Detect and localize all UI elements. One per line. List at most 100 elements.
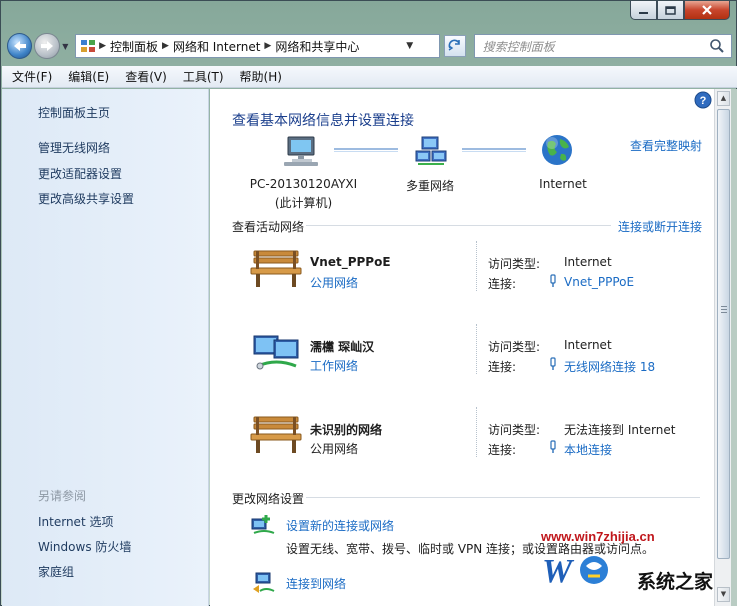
scroll-up-icon[interactable]: ▲ — [717, 91, 730, 106]
connection-label: 连接: — [488, 277, 517, 291]
network-name: 未识别的网络 — [310, 423, 383, 437]
access-type-value: Internet — [564, 338, 612, 352]
multiple-networks-icon — [415, 136, 447, 165]
network-category: 公用网络 — [310, 442, 359, 456]
connect-to-network-link[interactable]: 连接到网络 — [286, 575, 346, 592]
map-connector-line — [334, 148, 398, 152]
search-input[interactable]: 搜索控制面板 — [473, 34, 732, 58]
divider — [476, 407, 477, 457]
close-icon — [702, 5, 712, 15]
lan-connection-icon — [550, 440, 556, 453]
recent-pages-dropdown[interactable]: ▼ — [60, 42, 72, 51]
scroll-thumb[interactable] — [717, 109, 730, 559]
grip-icon — [721, 306, 727, 307]
computer-name-label: PC-20130120AYXI — [249, 177, 358, 191]
window-frame-edge — [731, 89, 737, 606]
internet-options-link[interactable]: Internet 选项 — [38, 513, 113, 530]
setup-new-connection-link[interactable]: 设置新的连接或网络 — [286, 517, 394, 534]
breadcrumb-separator[interactable]: ▶ — [264, 41, 271, 51]
svg-text:W: W — [542, 553, 575, 590]
access-type-label: 访问类型: — [488, 423, 541, 437]
change-settings-title: 更改网络设置 — [232, 492, 305, 506]
vertical-scrollbar[interactable]: ▲ ▼ — [714, 89, 731, 606]
wireless-connection-icon — [550, 357, 556, 370]
access-type-label: 访问类型: — [488, 340, 541, 354]
network-name: 濡欓 琛屾汉 — [310, 340, 375, 354]
connection-label: 连接: — [488, 360, 517, 374]
breadcrumb-separator[interactable]: ▶ — [162, 41, 169, 51]
connection-link[interactable]: 无线网络连接 18 — [564, 358, 655, 375]
divider — [476, 241, 477, 291]
breadcrumb-separator[interactable]: ▶ — [96, 41, 106, 51]
computer-icon — [284, 136, 318, 166]
internet-label: Internet — [539, 177, 587, 191]
left-task-pane: 控制面板主页 管理无线网络 更改适配器设置 更改高级共享设置 另请参阅 Inte… — [2, 89, 209, 606]
minimize-icon — [639, 11, 648, 14]
network-name: Vnet_PPPoE — [310, 255, 391, 269]
manage-wireless-link[interactable]: 管理无线网络 — [38, 139, 110, 156]
search-placeholder: 搜索控制面板 — [482, 39, 555, 54]
menu-edit[interactable]: 编辑(E) — [68, 68, 109, 85]
menu-bar: 文件(F) 编辑(E) 查看(V) 工具(T) 帮助(H) — [2, 66, 737, 88]
search-icon[interactable] — [709, 38, 725, 54]
caption-buttons — [630, 1, 730, 20]
back-button[interactable] — [7, 33, 33, 59]
view-full-map-link[interactable]: 查看完整映射 — [630, 137, 702, 154]
park-bench-icon — [250, 250, 302, 287]
scroll-down-icon[interactable]: ▼ — [717, 587, 730, 602]
menu-tools[interactable]: 工具(T) — [183, 68, 224, 85]
connection-link[interactable]: Vnet_PPPoE — [564, 275, 634, 289]
watermark-brand-text: 系统之家 — [637, 572, 714, 593]
navigation-bar: ▼ ▶ 控制面板 ▶ 网络和 Internet ▶ 网络和共享中心 ▼ 搜索控制… — [7, 31, 732, 61]
forward-arrow-icon — [40, 41, 53, 51]
connect-to-network-icon — [253, 572, 275, 593]
multiple-networks-label: 多重网络 — [405, 179, 454, 193]
minimize-button[interactable] — [630, 1, 657, 20]
new-connection-icon — [251, 515, 275, 534]
divider — [306, 225, 611, 226]
connection-link[interactable]: 本地连接 — [564, 441, 612, 458]
map-connector-line — [462, 148, 526, 152]
maximize-icon — [665, 5, 676, 15]
windows-firewall-link[interactable]: Windows 防火墙 — [38, 538, 131, 555]
breadcrumb-network-sharing-center[interactable]: 网络和共享中心 — [275, 38, 359, 55]
control-panel-icon — [81, 40, 96, 52]
divider — [306, 497, 700, 498]
forward-button[interactable] — [34, 33, 60, 59]
close-button[interactable] — [684, 1, 730, 20]
menu-view[interactable]: 查看(V) — [125, 68, 167, 85]
control-panel-home-link[interactable]: 控制面板主页 — [38, 104, 110, 121]
refresh-icon — [448, 39, 460, 51]
work-network-icon — [253, 335, 299, 370]
address-dropdown-icon[interactable]: ▼ — [406, 41, 413, 51]
refresh-button[interactable] — [444, 35, 466, 57]
menu-help[interactable]: 帮助(H) — [240, 68, 282, 85]
connection-label: 连接: — [488, 443, 517, 457]
connect-disconnect-link[interactable]: 连接或断开连接 — [618, 218, 702, 235]
watermark-url: www.win7zhijia.cn — [541, 529, 655, 544]
access-type-value: 无法连接到 Internet — [564, 423, 676, 437]
see-also-title: 另请参阅 — [38, 489, 87, 503]
divider — [476, 324, 477, 374]
park-bench-icon — [250, 416, 302, 453]
help-icon[interactable]: ? — [694, 91, 712, 109]
network-category-link[interactable]: 工作网络 — [310, 357, 358, 374]
internet-globe-icon — [542, 135, 572, 165]
svg-text:?: ? — [700, 95, 707, 107]
network-category-link[interactable]: 公用网络 — [310, 274, 358, 291]
menu-file[interactable]: 文件(F) — [12, 68, 52, 85]
access-type-label: 访问类型: — [488, 257, 541, 271]
change-adapter-settings-link[interactable]: 更改适配器设置 — [38, 165, 122, 182]
change-advanced-sharing-link[interactable]: 更改高级共享设置 — [38, 190, 134, 207]
active-networks-title: 查看活动网络 — [232, 220, 305, 234]
dialup-connection-icon — [550, 274, 556, 287]
breadcrumb-control-panel[interactable]: 控制面板 — [110, 38, 158, 55]
address-bar[interactable]: ▶ 控制面板 ▶ 网络和 Internet ▶ 网络和共享中心 ▼ — [75, 34, 441, 58]
this-computer-label: (此计算机) — [274, 196, 333, 210]
main-content: ? 查看基本网络信息并设置连接 查看完整映射 PC-20130120AYXI (… — [210, 89, 714, 606]
homegroup-link[interactable]: 家庭组 — [38, 563, 74, 580]
maximize-button[interactable] — [657, 1, 684, 20]
back-arrow-icon — [13, 41, 26, 51]
breadcrumb-network-internet[interactable]: 网络和 Internet — [173, 38, 260, 55]
network-sharing-center-window: ▼ ▶ 控制面板 ▶ 网络和 Internet ▶ 网络和共享中心 ▼ 搜索控制… — [0, 0, 737, 606]
